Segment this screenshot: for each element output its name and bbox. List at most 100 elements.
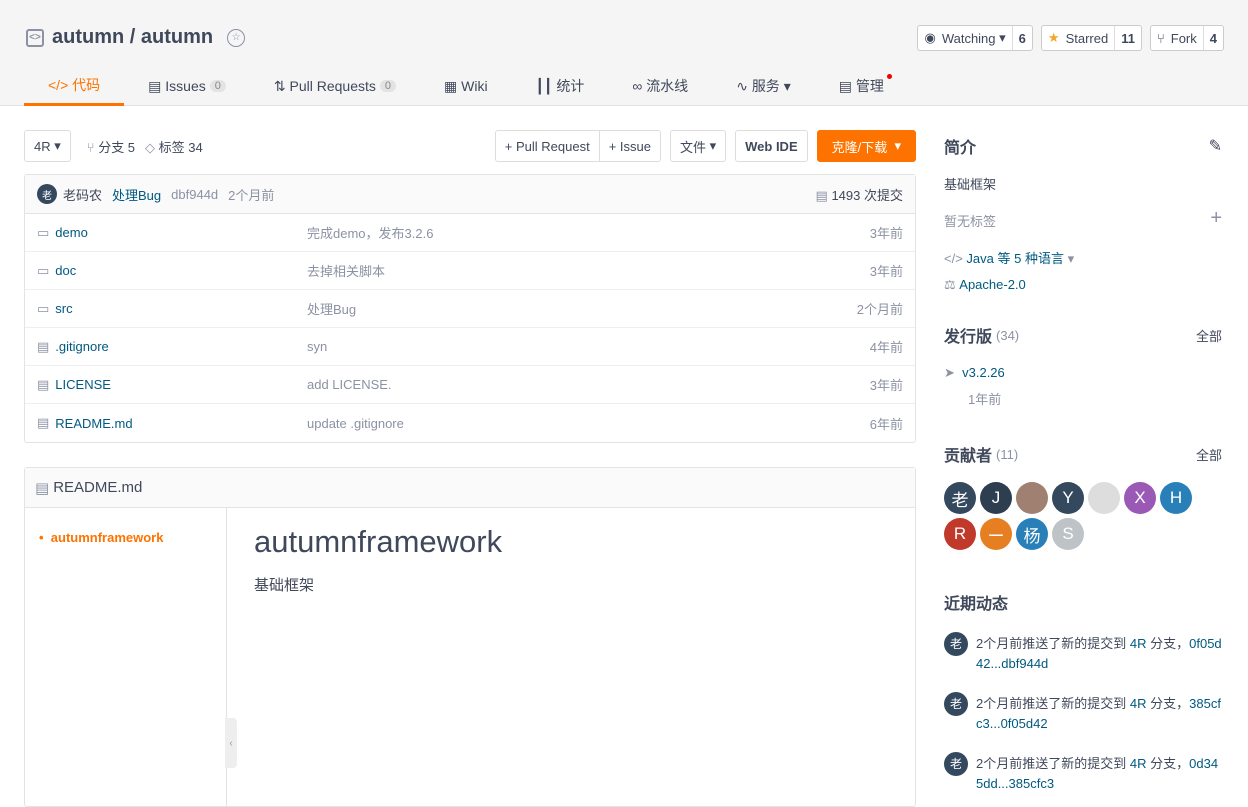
- branch-link[interactable]: 4R: [1130, 756, 1147, 771]
- releases-title: 发行版: [944, 329, 993, 346]
- tab-services[interactable]: ∿ 服务 ▾: [712, 66, 815, 106]
- tab-stats[interactable]: ┃┃ 统计: [512, 66, 609, 106]
- activity-item: 老 2个月前推送了新的提交到 4R 分支，385cfc3...0f05d42: [944, 692, 1222, 734]
- contributor-avatar[interactable]: [1088, 482, 1120, 514]
- file-name-link[interactable]: README.md: [55, 416, 132, 431]
- commit-message[interactable]: 处理Bug: [112, 185, 161, 204]
- contributor-avatar[interactable]: S: [1052, 518, 1084, 550]
- branches-link[interactable]: ⑂ 分支 5: [87, 137, 135, 156]
- language-select[interactable]: </> Java 等 5 种语言 ▾: [944, 248, 1222, 267]
- file-name-link[interactable]: src: [55, 301, 72, 316]
- award-icon[interactable]: ☆: [227, 28, 246, 47]
- commit-count[interactable]: ▤ 1493 次提交: [816, 185, 903, 204]
- readme-panel: ▤ README.md • autumnframework ‹ autumnfra…: [24, 467, 916, 807]
- activity-item: 老 2个月前推送了新的提交到 4R 分支，0d345dd...385cfc3: [944, 752, 1222, 794]
- pr-icon: ⇅: [273, 77, 290, 94]
- file-commit-message[interactable]: add LICENSE.: [307, 377, 870, 392]
- repo-title: <> autumn / autumn ☆: [26, 26, 246, 49]
- release-time: 1年前: [968, 392, 1002, 407]
- commit-hash[interactable]: dbf944d: [171, 187, 218, 202]
- releases-all-link[interactable]: 全部: [1196, 326, 1222, 345]
- contributors-all-link[interactable]: 全部: [1196, 445, 1222, 464]
- tab-manage[interactable]: ▤ 管理: [815, 66, 908, 106]
- star-count[interactable]: 11: [1114, 26, 1141, 50]
- star-button[interactable]: ★ Starred 11: [1040, 25, 1142, 51]
- contributor-avatar[interactable]: ー: [980, 518, 1012, 550]
- contributor-avatar[interactable]: J: [980, 482, 1012, 514]
- file-commit-message[interactable]: 完成demo，发布3.2.6: [307, 223, 870, 242]
- tags-link[interactable]: ◇ 标签 34: [145, 137, 203, 156]
- file-commit-message[interactable]: syn: [307, 339, 870, 354]
- branch-icon: ⑂: [86, 139, 99, 155]
- settings-icon: ▤: [838, 77, 856, 94]
- file-name-link[interactable]: demo: [55, 225, 88, 240]
- folder-icon: ▭: [37, 262, 50, 278]
- book-icon: ▦: [444, 77, 462, 94]
- commit-time: 2个月前: [228, 187, 275, 203]
- branch-select[interactable]: 4R ▾: [24, 130, 71, 162]
- avatar[interactable]: 老: [944, 692, 968, 716]
- contributor-avatar[interactable]: H: [1160, 482, 1192, 514]
- folder-icon: ▭: [37, 300, 50, 316]
- readme-heading: autumnframework: [254, 524, 503, 559]
- tab-issues[interactable]: ▤ Issues 0: [124, 66, 250, 106]
- file-row: ▤ README.md update .gitignore 6年前: [25, 404, 915, 442]
- avatar[interactable]: 老: [944, 752, 968, 776]
- file-row: ▭ src 处理Bug 2个月前: [25, 290, 915, 328]
- fork-button[interactable]: ⑂ Fork 4: [1149, 25, 1224, 51]
- fork-icon: ⑂: [1156, 30, 1165, 46]
- collapse-toc-handle[interactable]: ‹: [225, 718, 237, 768]
- contributor-avatar[interactable]: R: [944, 518, 976, 550]
- watch-count[interactable]: 6: [1011, 26, 1032, 50]
- file-commit-message[interactable]: update .gitignore: [307, 416, 870, 431]
- new-pull-request-button[interactable]: + Pull Request: [494, 130, 600, 162]
- eye-icon: ◉: [924, 30, 936, 45]
- tab-pipeline[interactable]: ∞ 流水线: [608, 66, 712, 106]
- activity-item: 老 2个月前推送了新的提交到 4R 分支，0f05d42...dbf944d: [944, 632, 1222, 674]
- repo-name-link[interactable]: autumn / autumn: [52, 26, 213, 49]
- file-commit-message[interactable]: 去掉相关脚本: [307, 261, 870, 280]
- file-commit-time: 3年前: [869, 226, 903, 241]
- commit-author[interactable]: 老码农: [63, 185, 102, 204]
- branch-link[interactable]: 4R: [1130, 636, 1147, 651]
- latest-commit: 老 老码农 处理Bug dbf944d 2个月前 ▤ 1493 次提交: [25, 175, 915, 214]
- tab-code[interactable]: </> 代码: [24, 66, 125, 106]
- web-ide-button[interactable]: Web IDE: [735, 130, 808, 162]
- file-name-link[interactable]: LICENSE: [55, 377, 111, 392]
- scale-icon: ⚖: [944, 277, 960, 292]
- chart-icon: ┃┃: [535, 77, 557, 94]
- contributor-avatar[interactable]: [1016, 482, 1048, 514]
- file-commit-time: 4年前: [869, 340, 903, 355]
- avatar[interactable]: 老: [944, 632, 968, 656]
- file-name-link[interactable]: doc: [55, 263, 76, 278]
- clone-download-button[interactable]: 克隆/下载 ▾: [816, 130, 916, 162]
- file-name-link[interactable]: .gitignore: [55, 339, 108, 354]
- tab-wiki[interactable]: ▦ Wiki: [420, 66, 512, 106]
- file-row: ▤ LICENSE add LICENSE. 3年前: [25, 366, 915, 404]
- repo-header: <> autumn / autumn ☆ ◉ Watching ▾ 6 ★ Starr…: [0, 0, 1248, 106]
- contributor-avatar[interactable]: Y: [1052, 482, 1084, 514]
- contributor-avatar[interactable]: 杨: [1016, 518, 1048, 550]
- tab-pull-requests[interactable]: ⇅ Pull Requests 0: [250, 66, 420, 106]
- branch-link[interactable]: 4R: [1130, 696, 1147, 711]
- file-menu-button[interactable]: 文件 ▾: [669, 130, 727, 162]
- avatar[interactable]: 老: [37, 184, 57, 204]
- notification-dot: [886, 74, 892, 79]
- file-commit-message[interactable]: 处理Bug: [307, 299, 857, 318]
- contributor-avatar[interactable]: 老: [944, 482, 976, 514]
- file-row: ▭ demo 完成demo，发布3.2.6 3年前: [25, 214, 915, 252]
- release-icon: ➤: [944, 365, 963, 380]
- watch-button[interactable]: ◉ Watching ▾ 6: [917, 25, 1033, 51]
- release-link[interactable]: v3.2.26: [962, 365, 1005, 380]
- fork-count[interactable]: 4: [1202, 26, 1223, 50]
- pulse-icon: ∿: [736, 77, 752, 94]
- file-commit-time: 3年前: [869, 264, 903, 279]
- add-tag-icon[interactable]: +: [1210, 208, 1222, 230]
- toc-item[interactable]: autumnframework: [51, 530, 164, 545]
- license-link[interactable]: ⚖ Apache-2.0: [944, 277, 1222, 293]
- new-issue-button[interactable]: + Issue: [599, 130, 661, 162]
- edit-icon[interactable]: ✎: [1209, 136, 1222, 156]
- readme-text: 基础框架: [254, 577, 315, 594]
- readme-toc: • autumnframework: [25, 508, 227, 806]
- contributor-avatar[interactable]: X: [1124, 482, 1156, 514]
